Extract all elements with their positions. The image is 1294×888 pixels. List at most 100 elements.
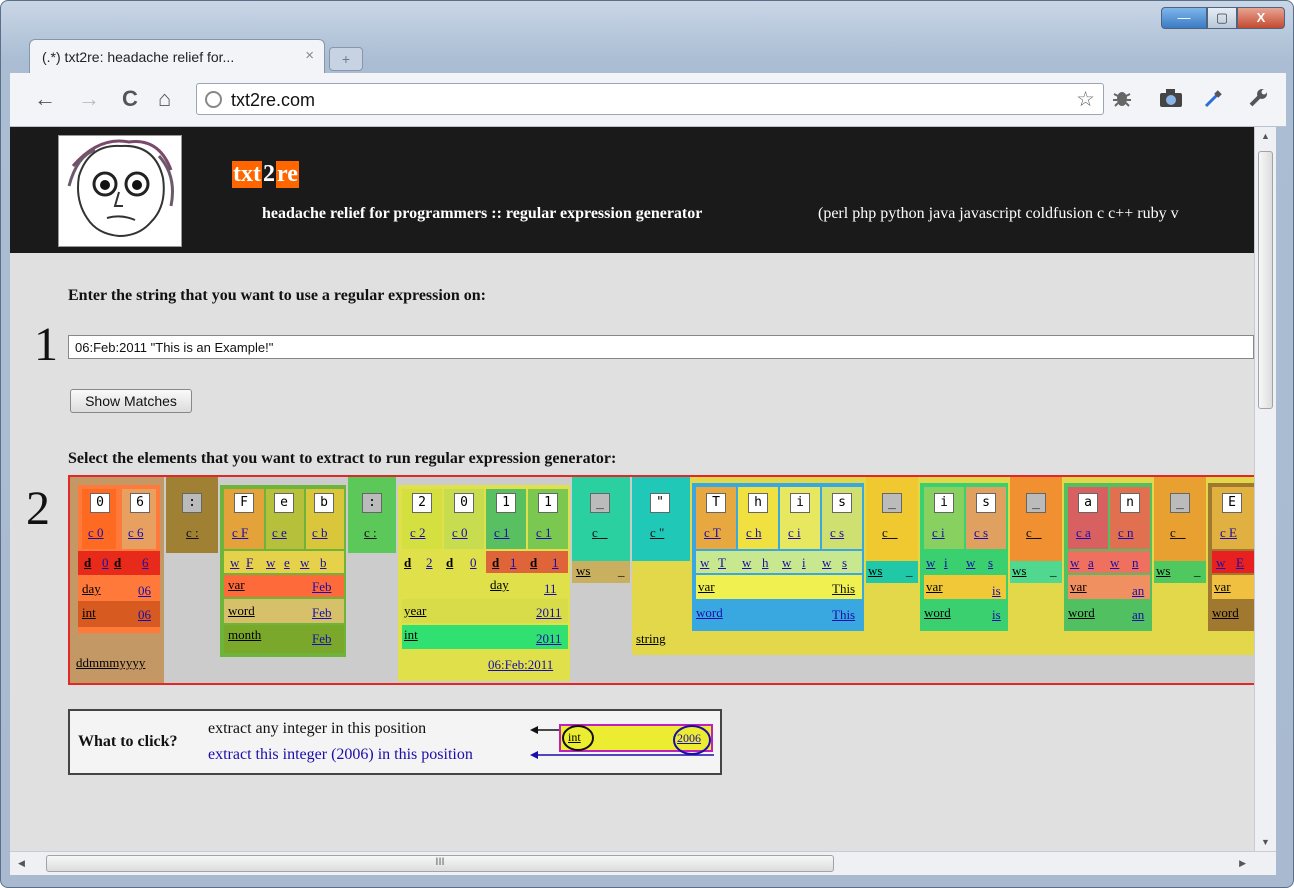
c-label[interactable]: c h — [746, 525, 762, 541]
tab-close-icon[interactable]: × — [305, 47, 314, 64]
forward-icon[interactable]: → — [78, 86, 100, 112]
c-label[interactable]: c 6 — [128, 525, 144, 541]
word-value[interactable]: is — [992, 607, 1001, 623]
w-label[interactable]: a — [1088, 555, 1094, 571]
d-label[interactable]: 1 — [552, 555, 559, 571]
word-label[interactable]: word — [696, 605, 723, 621]
date-label[interactable]: ddmmmyyyy — [76, 655, 145, 671]
int-value[interactable]: 2011 — [536, 631, 562, 647]
w-label[interactable]: E — [1236, 555, 1244, 571]
word-value[interactable]: an — [1132, 607, 1144, 623]
w-label[interactable]: h — [762, 555, 769, 571]
c-label[interactable]: c s — [974, 525, 988, 541]
minimize-button[interactable]: — — [1161, 7, 1207, 29]
word-label[interactable]: word — [1068, 605, 1095, 621]
var-label[interactable]: var — [926, 579, 943, 595]
d-label[interactable]: d — [530, 555, 537, 571]
w-label[interactable]: s — [842, 555, 847, 571]
w-label[interactable]: w — [782, 555, 791, 571]
word-label[interactable]: word — [228, 603, 255, 619]
ws-label[interactable]: ws — [1012, 563, 1026, 579]
w-label[interactable]: w — [742, 555, 751, 571]
w-label[interactable]: w — [1070, 555, 1079, 571]
show-matches-button[interactable]: Show Matches — [70, 389, 192, 413]
bookmark-star-icon[interactable]: ☆ — [1076, 87, 1095, 112]
day-value[interactable]: 11 — [544, 581, 557, 597]
wrench-icon[interactable] — [1246, 86, 1270, 116]
c-label[interactable]: c _ — [1026, 525, 1042, 541]
var-value[interactable]: Feb — [312, 579, 332, 595]
d-label[interactable]: 0 — [470, 555, 477, 571]
d-label[interactable]: d — [84, 555, 91, 571]
w-label[interactable]: i — [802, 555, 806, 571]
char-chip[interactable]: 0 — [90, 493, 110, 513]
char-chip[interactable]: : — [362, 493, 382, 513]
d-label[interactable]: 2 — [426, 555, 433, 571]
char-chip[interactable]: " — [650, 493, 670, 513]
w-label[interactable]: w — [700, 555, 709, 571]
c-label[interactable]: c 2 — [410, 525, 426, 541]
char-chip[interactable]: _ — [882, 493, 902, 513]
string-label[interactable]: string — [636, 631, 666, 647]
w-label[interactable]: n — [1132, 555, 1139, 571]
c-label[interactable]: c s — [830, 525, 844, 541]
c-label[interactable]: c 1 — [536, 525, 552, 541]
c-label[interactable]: c F — [232, 525, 248, 541]
char-chip[interactable]: E — [1222, 493, 1242, 513]
int-label[interactable]: int — [404, 627, 418, 643]
d-label[interactable]: d — [492, 555, 499, 571]
var-label[interactable]: var — [1214, 579, 1231, 595]
maximize-button[interactable]: ▢ — [1207, 7, 1237, 29]
w-label[interactable]: w — [300, 555, 309, 571]
var-label[interactable]: var — [1070, 579, 1087, 595]
horizontal-scroll-thumb[interactable]: III — [46, 855, 834, 872]
char-chip[interactable]: : — [182, 493, 202, 513]
month-value[interactable]: Feb — [312, 631, 332, 647]
w-label[interactable]: w — [266, 555, 275, 571]
char-chip[interactable]: _ — [590, 493, 610, 513]
w-label[interactable]: w — [966, 555, 975, 571]
scroll-up-icon[interactable]: ▲ — [1261, 131, 1270, 141]
char-chip[interactable]: 6 — [130, 493, 150, 513]
d-label[interactable]: d — [446, 555, 453, 571]
ws-label[interactable]: ws — [576, 563, 590, 579]
char-chip[interactable]: 0 — [454, 493, 474, 513]
c-label[interactable]: c : — [186, 525, 199, 541]
char-chip[interactable]: 1 — [496, 493, 516, 513]
c-label[interactable]: c i — [932, 525, 945, 541]
reload-icon[interactable]: C — [122, 86, 138, 112]
c-label[interactable]: c _ — [882, 525, 898, 541]
c-label[interactable]: c E — [1220, 525, 1237, 541]
scroll-left-icon[interactable]: ◀ — [18, 858, 25, 869]
var-value[interactable]: This — [832, 581, 855, 597]
month-label[interactable]: month — [228, 627, 261, 643]
d-label[interactable]: d — [114, 555, 121, 571]
day-value[interactable]: 06 — [138, 583, 151, 599]
var-label[interactable]: var — [228, 577, 245, 593]
close-window-button[interactable]: X — [1237, 7, 1285, 29]
char-chip[interactable]: b — [314, 493, 334, 513]
scroll-right-icon[interactable]: ▶ — [1239, 858, 1246, 869]
c-label[interactable]: c _ — [1170, 525, 1186, 541]
d-label[interactable]: 0 — [102, 555, 109, 571]
horizontal-scrollbar[interactable]: ◀ III ▶ — [10, 851, 1276, 875]
c-label[interactable]: c _ — [592, 525, 608, 541]
camera-icon[interactable] — [1158, 86, 1184, 116]
scroll-down-icon[interactable]: ▼ — [1261, 837, 1270, 847]
word-value[interactable]: Feb — [312, 605, 332, 621]
int-label[interactable]: int — [82, 605, 96, 621]
var-value[interactable]: is — [992, 583, 1001, 599]
char-chip[interactable]: T — [706, 493, 726, 513]
var-label[interactable]: var — [698, 579, 715, 595]
char-chip[interactable]: s — [832, 493, 852, 513]
word-value[interactable]: This — [832, 607, 855, 623]
c-label[interactable]: c b — [312, 525, 328, 541]
c-label[interactable]: c T — [704, 525, 721, 541]
new-tab-button[interactable]: + — [329, 47, 363, 71]
string-input[interactable]: 06:Feb:2011 "This is an Example!" — [68, 335, 1254, 359]
w-label[interactable]: T — [718, 555, 726, 571]
word-label[interactable]: word — [924, 605, 951, 621]
char-chip[interactable]: s — [976, 493, 996, 513]
day-label[interactable]: day — [82, 581, 101, 597]
vertical-scroll-thumb[interactable] — [1258, 151, 1273, 409]
